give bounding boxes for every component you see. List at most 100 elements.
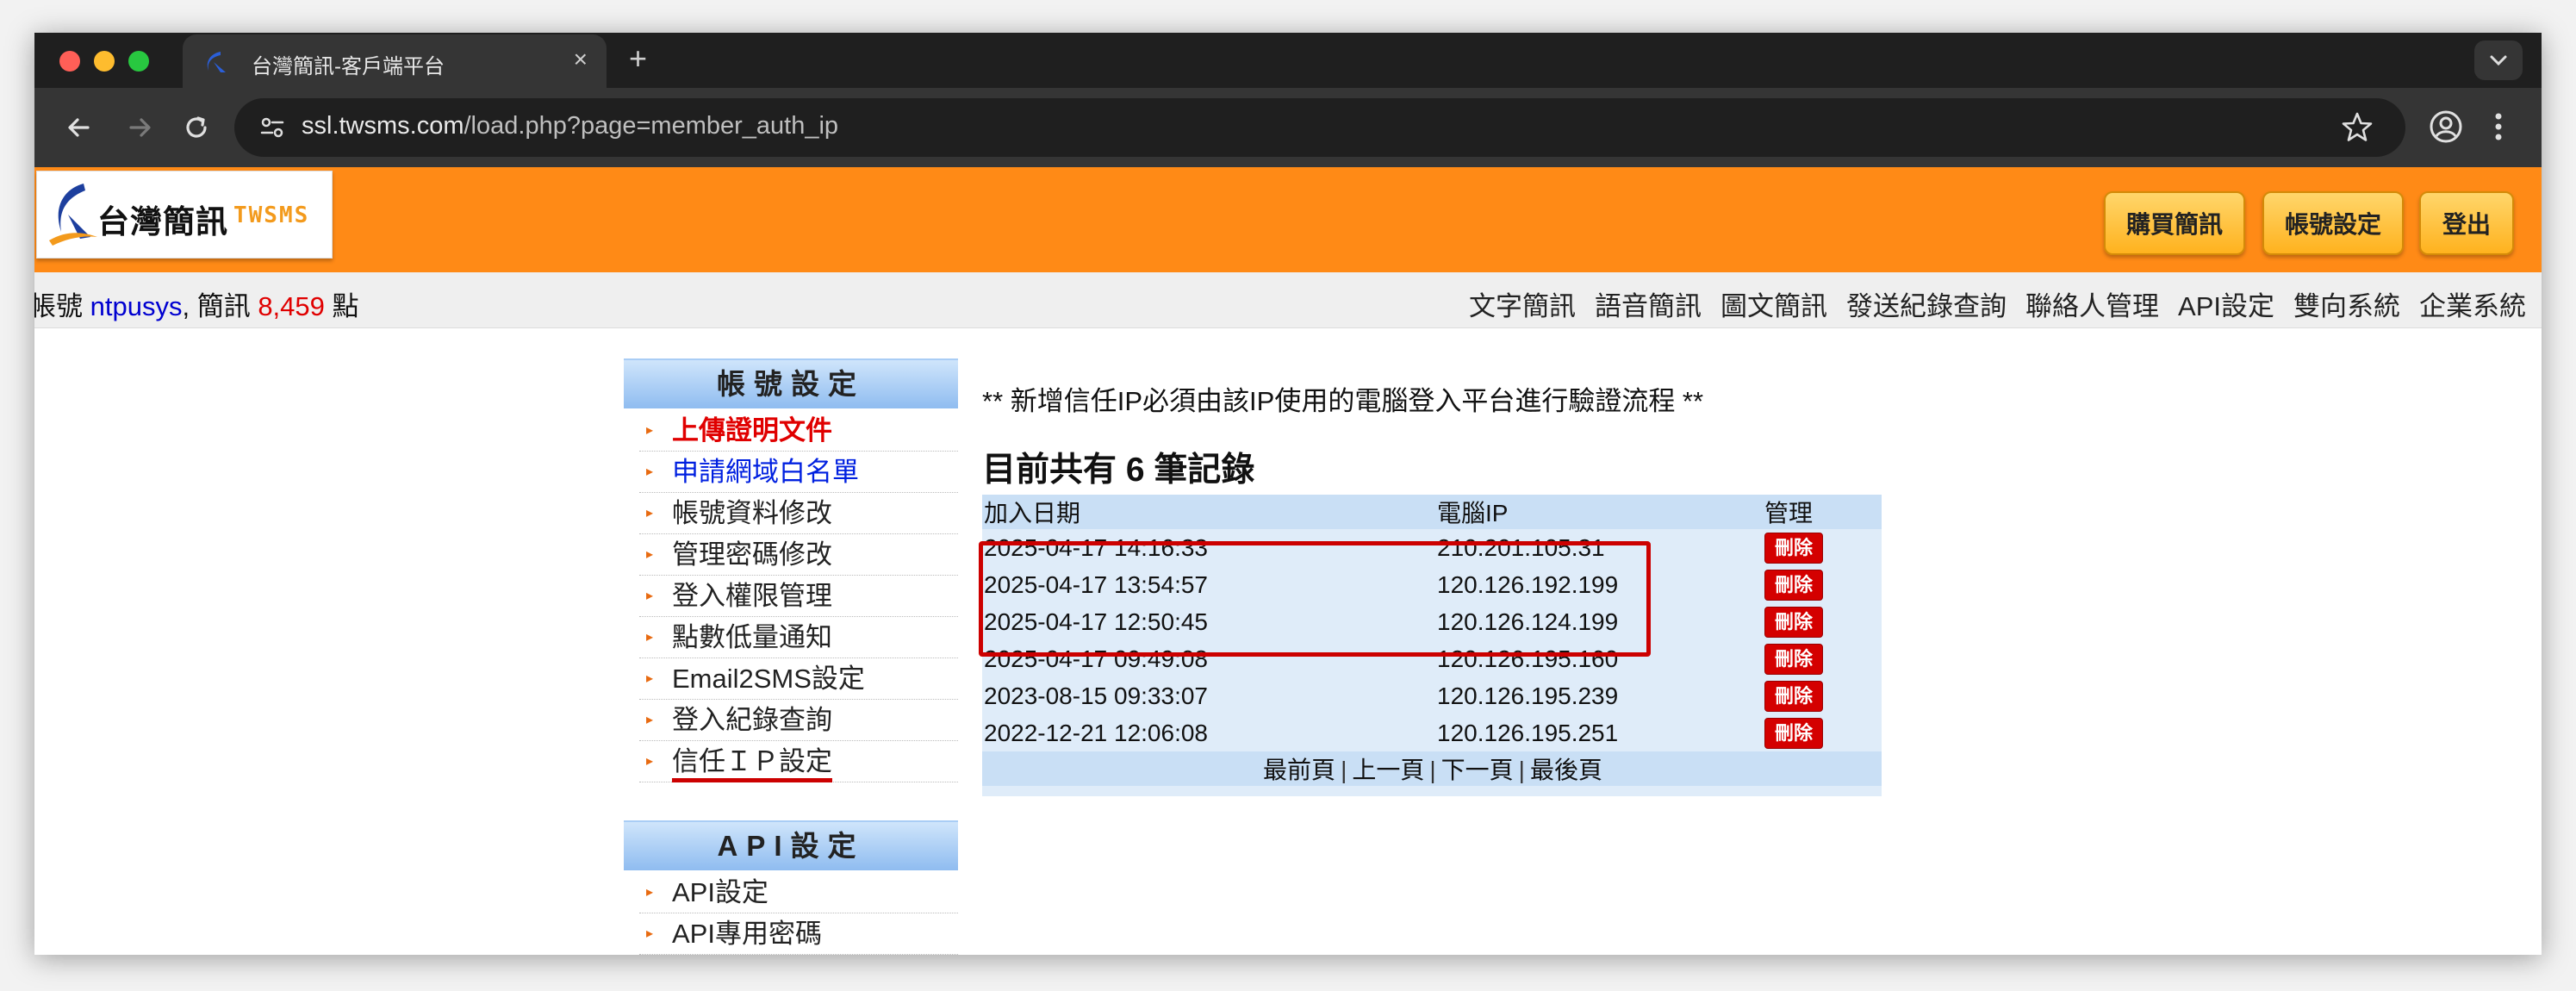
delete-button[interactable]: 刪除: [1764, 532, 1823, 564]
sidebar-item-api-settings[interactable]: ▸ API設定: [639, 872, 958, 913]
api-menu: ▸ API設定 ▸ API專用密碼: [624, 872, 958, 955]
logo-chinese-text: 台灣簡訊: [97, 204, 228, 240]
arrow-icon: ▸: [646, 589, 654, 603]
reload-icon[interactable]: [179, 110, 214, 145]
nav-send-records[interactable]: 發送紀錄查詢: [1846, 284, 2007, 323]
close-window-button[interactable]: [59, 51, 80, 72]
browser-window: 台灣簡訊-客戶端平台 × + ssl.twsms.com/load.php?pa…: [34, 33, 2542, 955]
minimize-window-button[interactable]: [94, 51, 115, 72]
menu-icon[interactable]: [2488, 109, 2509, 145]
sms-prefix: , 簡訊: [182, 291, 258, 321]
sidebar-item-email2sms[interactable]: ▸ Email2SMS設定: [639, 658, 958, 700]
record-count-title: 目前共有 6 筆記錄: [982, 452, 1255, 489]
arrow-icon: ▸: [646, 630, 654, 645]
profile-icon[interactable]: [2428, 109, 2464, 145]
row-ip: 120.126.195.239: [1435, 677, 1763, 714]
header-manage: 管理: [1763, 495, 1882, 529]
arrow-icon: ▸: [646, 464, 654, 479]
chevron-down-icon: [2490, 55, 2507, 66]
buy-sms-button[interactable]: 購買簡訊: [2104, 191, 2245, 255]
table-row: 2023-08-15 09:33:07 120.126.195.239 刪除: [982, 677, 1882, 714]
delete-button[interactable]: 刪除: [1764, 680, 1823, 712]
url-path: /load.php?page=member_auth_ip: [464, 112, 839, 140]
new-tab-button[interactable]: +: [629, 41, 647, 76]
star-icon[interactable]: [2340, 110, 2374, 145]
browser-toolbar: ssl.twsms.com/load.php?page=member_auth_…: [34, 88, 2542, 167]
site-logo[interactable]: 台灣簡訊 TWSMS: [36, 171, 333, 259]
sidebar-item-api-password[interactable]: ▸ API專用密碼: [639, 913, 958, 955]
arrow-icon: ▸: [646, 926, 654, 941]
site-info-icon[interactable]: [258, 114, 286, 141]
sidebar-item-low-balance-notice[interactable]: ▸ 點數低量通知: [639, 617, 958, 658]
sidebar-item-login-records[interactable]: ▸ 登入紀錄查詢: [639, 700, 958, 741]
tab-close-icon[interactable]: ×: [574, 47, 588, 72]
table-header-row: 加入日期 電腦IP 管理: [982, 495, 1882, 529]
row-date: 2022-12-21 12:06:08: [982, 714, 1435, 751]
web-page: 台灣簡訊 TWSMS 購買簡訊 帳號設定 登出 帳號 ntpusys, 簡訊 8…: [34, 167, 2542, 955]
arrow-icon: ▸: [646, 885, 654, 900]
pager-first-link[interactable]: 最前頁: [1263, 757, 1335, 783]
arrow-icon: ▸: [646, 671, 654, 686]
points-suffix: 點: [324, 291, 359, 321]
logo-mark-icon: [49, 184, 97, 246]
back-icon[interactable]: [62, 110, 96, 145]
account-username: ntpusys: [90, 291, 183, 321]
maximize-window-button[interactable]: [128, 51, 149, 72]
sms-points: 8,459: [258, 291, 325, 321]
account-settings-button[interactable]: 帳號設定: [2262, 191, 2404, 255]
header-ip: 電腦IP: [1435, 495, 1763, 529]
delete-button[interactable]: 刪除: [1764, 569, 1823, 601]
sidebar-item-login-permissions[interactable]: ▸ 登入權限管理: [639, 576, 958, 617]
table-row: 2022-12-21 12:06:08 120.126.195.251 刪除: [982, 714, 1882, 751]
sidebar-heading-account: 帳號設定: [624, 358, 958, 408]
account-info-bar: 帳號 ntpusys, 簡訊 8,459 點 文字簡訊 語音簡訊 圖文簡訊 發送…: [34, 272, 2542, 328]
account-menu: ▸ 上傳證明文件 ▸ 申請網域白名單 ▸ 帳號資料修改 ▸ 管理密碼修改 ▸ 登入權限管理…: [624, 410, 958, 782]
sidebar-item-admin-password[interactable]: ▸ 管理密碼修改: [639, 534, 958, 576]
favicon-icon: [207, 52, 226, 72]
delete-button[interactable]: 刪除: [1764, 717, 1823, 749]
nav-voice-sms[interactable]: 語音簡訊: [1595, 284, 1702, 323]
arrow-icon: ▸: [646, 506, 654, 520]
tab-search-button[interactable]: [2474, 41, 2523, 80]
trusted-ip-notice: ** 新增信任IP必須由該IP使用的電腦登入平台進行驗證流程 **: [982, 386, 1704, 416]
tab-title: 台灣簡訊-客戶端平台: [252, 55, 445, 78]
pager-separator: |: [1518, 757, 1525, 783]
arrow-icon: ▸: [646, 547, 654, 562]
pager-separator: |: [1429, 757, 1436, 783]
nav-two-way[interactable]: 雙向系統: [2293, 284, 2400, 323]
url-text[interactable]: ssl.twsms.com/load.php?page=member_auth_…: [302, 112, 838, 140]
nav-api-settings[interactable]: API設定: [2178, 284, 2274, 323]
sidebar-item-domain-whitelist[interactable]: ▸ 申請網域白名單: [639, 452, 958, 493]
pager-next-link[interactable]: 下一頁: [1441, 757, 1514, 783]
nav-contacts[interactable]: 聯絡人管理: [2025, 284, 2159, 323]
arrow-icon: ▸: [646, 713, 654, 727]
delete-button[interactable]: 刪除: [1764, 643, 1823, 675]
sidebar-item-account-data[interactable]: ▸ 帳號資料修改: [639, 493, 958, 534]
logout-button[interactable]: 登出: [2419, 191, 2514, 255]
tab-strip: 台灣簡訊-客戶端平台 × +: [34, 33, 2542, 88]
nav-text-sms[interactable]: 文字簡訊: [1469, 284, 1576, 323]
sidebar-heading-api: API設定: [624, 820, 958, 870]
row-date: 2023-08-15 09:33:07: [982, 677, 1435, 714]
sidebar-item-upload-documents[interactable]: ▸ 上傳證明文件: [639, 410, 958, 452]
header-date: 加入日期: [982, 495, 1435, 529]
table-footer: [982, 786, 1882, 796]
sidebar-item-trusted-ip[interactable]: ▸ 信任ＩＰ設定: [639, 741, 958, 782]
pagination-row: 最前頁 | 上一頁 | 下一頁 | 最後頁: [982, 751, 1882, 786]
pager-separator: |: [1341, 757, 1347, 783]
highlight-annotation: [979, 541, 1651, 657]
address-bar[interactable]: ssl.twsms.com/load.php?page=member_auth_…: [234, 98, 2405, 157]
pager-last-link[interactable]: 最後頁: [1530, 757, 1602, 783]
arrow-icon: ▸: [646, 754, 654, 769]
nav-mms[interactable]: 圖文簡訊: [1720, 284, 1827, 323]
nav-enterprise[interactable]: 企業系統: [2419, 284, 2526, 323]
arrow-icon: ▸: [646, 423, 654, 438]
sidebar: 帳號設定 ▸ 上傳證明文件 ▸ 申請網域白名單 ▸ 帳號資料修改 ▸ 管理密碼修改 ▸ 登…: [624, 358, 958, 955]
account-prefix: 帳號: [34, 291, 90, 321]
url-host: ssl.twsms.com: [302, 112, 464, 140]
forward-icon[interactable]: [122, 110, 157, 145]
row-ip: 120.126.195.251: [1435, 714, 1763, 751]
delete-button[interactable]: 刪除: [1764, 606, 1823, 638]
pager-prev-link[interactable]: 上一頁: [1352, 757, 1424, 783]
browser-tab[interactable]: 台灣簡訊-客戶端平台 ×: [183, 34, 607, 88]
